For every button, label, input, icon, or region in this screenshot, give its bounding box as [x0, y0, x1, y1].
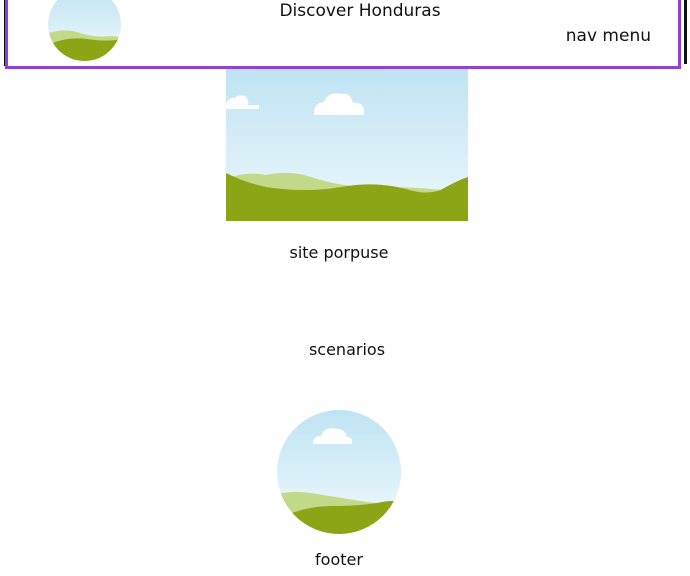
- site-purpose-text: site porpuse: [289, 243, 389, 262]
- landscape-placeholder-icon: [277, 410, 401, 534]
- site-header: Discover Honduras nav menu: [5, 0, 681, 69]
- nav-menu-button[interactable]: nav menu: [566, 26, 651, 46]
- round-image: [277, 410, 401, 534]
- site-title: Discover Honduras: [279, 1, 441, 21]
- footer-text: footer: [315, 550, 363, 569]
- scenarios-text: scenarios: [308, 340, 386, 359]
- page: Discover Honduras nav menu site porpuse …: [0, 0, 690, 576]
- hero-image: [226, 69, 468, 221]
- landscape-placeholder-icon: [226, 69, 468, 221]
